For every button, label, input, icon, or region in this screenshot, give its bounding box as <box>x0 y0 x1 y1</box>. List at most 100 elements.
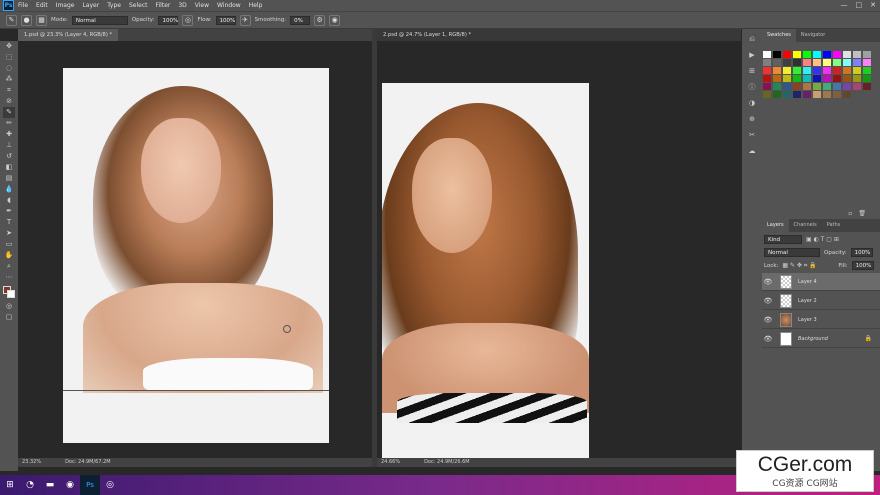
zoom-tool-icon[interactable]: ⌕ <box>3 261 15 272</box>
color-swatch[interactable] <box>843 51 851 58</box>
color-swatch[interactable] <box>833 51 841 58</box>
properties-panel-icon[interactable]: ⊞ <box>746 65 758 77</box>
new-swatch-icon[interactable]: ▫ <box>848 210 852 218</box>
doc1-tab[interactable]: 1.psd @ 23.3% (Layer 4, RGB/8) * <box>18 29 119 41</box>
color-swatch[interactable] <box>863 67 871 74</box>
color-swatch[interactable] <box>813 91 821 98</box>
color-swatch[interactable] <box>803 51 811 58</box>
color-swatch[interactable] <box>833 59 841 66</box>
color-swatch[interactable] <box>763 51 771 58</box>
crop-tool-icon[interactable]: ⌗ <box>3 85 15 96</box>
magic-wand-tool-icon[interactable]: ⁂ <box>3 74 15 85</box>
color-swatch[interactable] <box>853 83 861 90</box>
airbrush-icon[interactable]: ✈ <box>239 14 251 26</box>
color-swatch[interactable] <box>843 67 851 74</box>
fill-field[interactable]: 100% <box>851 261 874 270</box>
healing-tool-icon[interactable]: ✚ <box>3 129 15 140</box>
color-swatch[interactable] <box>773 75 781 82</box>
visibility-eye-icon[interactable]: 👁 <box>762 297 774 305</box>
background-color[interactable] <box>7 290 15 298</box>
color-swatch[interactable] <box>823 91 831 98</box>
doc2-zoom[interactable]: 24.66% <box>381 458 400 467</box>
shape-tool-icon[interactable]: ▭ <box>3 239 15 250</box>
color-swatch[interactable] <box>763 91 771 98</box>
color-swatch[interactable] <box>813 51 821 58</box>
color-swatch[interactable] <box>853 75 861 82</box>
windows-start-icon[interactable]: ⊞ <box>0 475 20 495</box>
color-swatch[interactable] <box>813 83 821 90</box>
color-swatch[interactable] <box>863 75 871 82</box>
blend-mode-select[interactable]: Normal <box>764 248 820 257</box>
color-swatch[interactable] <box>813 75 821 82</box>
delete-swatch-icon[interactable]: 🗑 <box>858 210 866 218</box>
color-swatch[interactable] <box>763 59 771 66</box>
color-swatch[interactable] <box>763 67 771 74</box>
hand-tool-icon[interactable]: ✋ <box>3 250 15 261</box>
doc2-tab[interactable]: 2.psd @ 24.7% (Layer 1, RGB/8) * <box>377 29 477 41</box>
color-swatch[interactable] <box>823 75 831 82</box>
color-swatch[interactable] <box>793 51 801 58</box>
doc2-canvas[interactable] <box>382 83 589 467</box>
mode-select[interactable]: Normal <box>71 15 128 25</box>
color-swatch[interactable] <box>823 59 831 66</box>
layer-kind-filter[interactable]: Kind <box>764 235 802 244</box>
gradient-tool-icon[interactable]: ▤ <box>3 173 15 184</box>
marquee-tool-icon[interactable]: ⬚ <box>3 52 15 63</box>
menu-filter[interactable]: Filter <box>152 0 175 11</box>
color-swatch[interactable] <box>833 75 841 82</box>
color-swatch[interactable] <box>783 59 791 66</box>
brush-preset-icon[interactable]: ● <box>21 14 32 26</box>
layer-row-background[interactable]: 👁 Background 🔒 <box>762 330 880 348</box>
color-swatch[interactable] <box>833 67 841 74</box>
chrome-icon[interactable]: ◉ <box>60 475 80 495</box>
brush-tool-icon[interactable]: ✎ <box>6 14 17 26</box>
color-swatch[interactable] <box>823 51 831 58</box>
brush-panel-icon[interactable]: ✂ <box>746 129 758 141</box>
color-swatch[interactable] <box>853 51 861 58</box>
color-swatch[interactable] <box>783 75 791 82</box>
minimize-icon[interactable]: — <box>841 0 848 11</box>
menu-type[interactable]: Type <box>103 0 125 11</box>
actions-panel-icon[interactable]: ▶ <box>746 49 758 61</box>
tab-layers[interactable]: Layers <box>762 219 789 232</box>
visibility-eye-icon[interactable]: 👁 <box>762 316 774 324</box>
color-swatch[interactable] <box>803 75 811 82</box>
brush-tool-icon[interactable]: ✎ <box>3 107 15 118</box>
color-swatch[interactable] <box>843 91 851 98</box>
menu-window[interactable]: Window <box>213 0 245 11</box>
path-selection-tool-icon[interactable]: ➤ <box>3 228 15 239</box>
history-brush-tool-icon[interactable]: ↺ <box>3 151 15 162</box>
tab-channels[interactable]: Channels <box>789 219 822 232</box>
color-swatch[interactable] <box>773 59 781 66</box>
color-swatch[interactable] <box>863 59 871 66</box>
obs-icon[interactable]: ◎ <box>100 475 120 495</box>
more-tools-icon[interactable]: ⋯ <box>3 272 15 283</box>
layer-row-layer-4[interactable]: 👁 Layer 4 <box>762 273 880 291</box>
file-explorer-icon[interactable]: ▬ <box>40 475 60 495</box>
maximize-icon[interactable]: □ <box>856 0 863 11</box>
blur-tool-icon[interactable]: 💧 <box>3 184 15 195</box>
color-swatch[interactable] <box>803 91 811 98</box>
doc1-zoom[interactable]: 23.32% <box>22 458 41 467</box>
menu-file[interactable]: File <box>14 0 32 11</box>
color-swatches[interactable] <box>0 285 18 301</box>
clone-stamp-tool-icon[interactable]: ⊥ <box>3 140 15 151</box>
tab-navigator[interactable]: Navigator <box>796 29 830 42</box>
history-panel-icon[interactable]: ⎌ <box>746 33 758 45</box>
smoothing-field[interactable]: 0% <box>290 15 311 25</box>
visibility-eye-icon[interactable]: 👁 <box>762 335 774 343</box>
color-swatch[interactable] <box>853 59 861 66</box>
move-tool-icon[interactable]: ✥ <box>3 41 15 52</box>
color-swatch[interactable] <box>783 91 791 98</box>
lock-icons[interactable]: ▦ ✎ ✥ ⌗ 🔒 <box>782 262 834 270</box>
pencil-tool-icon[interactable]: ✏ <box>3 118 15 129</box>
layer-name[interactable]: Layer 2 <box>798 298 817 304</box>
color-swatch[interactable] <box>823 67 831 74</box>
color-swatch[interactable] <box>793 75 801 82</box>
eraser-tool-icon[interactable]: ◧ <box>3 162 15 173</box>
color-swatch[interactable] <box>823 83 831 90</box>
color-swatch[interactable] <box>793 59 801 66</box>
color-swatch[interactable] <box>843 83 851 90</box>
layer-row-layer-2[interactable]: 👁 Layer 2 <box>762 292 880 310</box>
dodge-tool-icon[interactable]: ◖ <box>3 195 15 206</box>
